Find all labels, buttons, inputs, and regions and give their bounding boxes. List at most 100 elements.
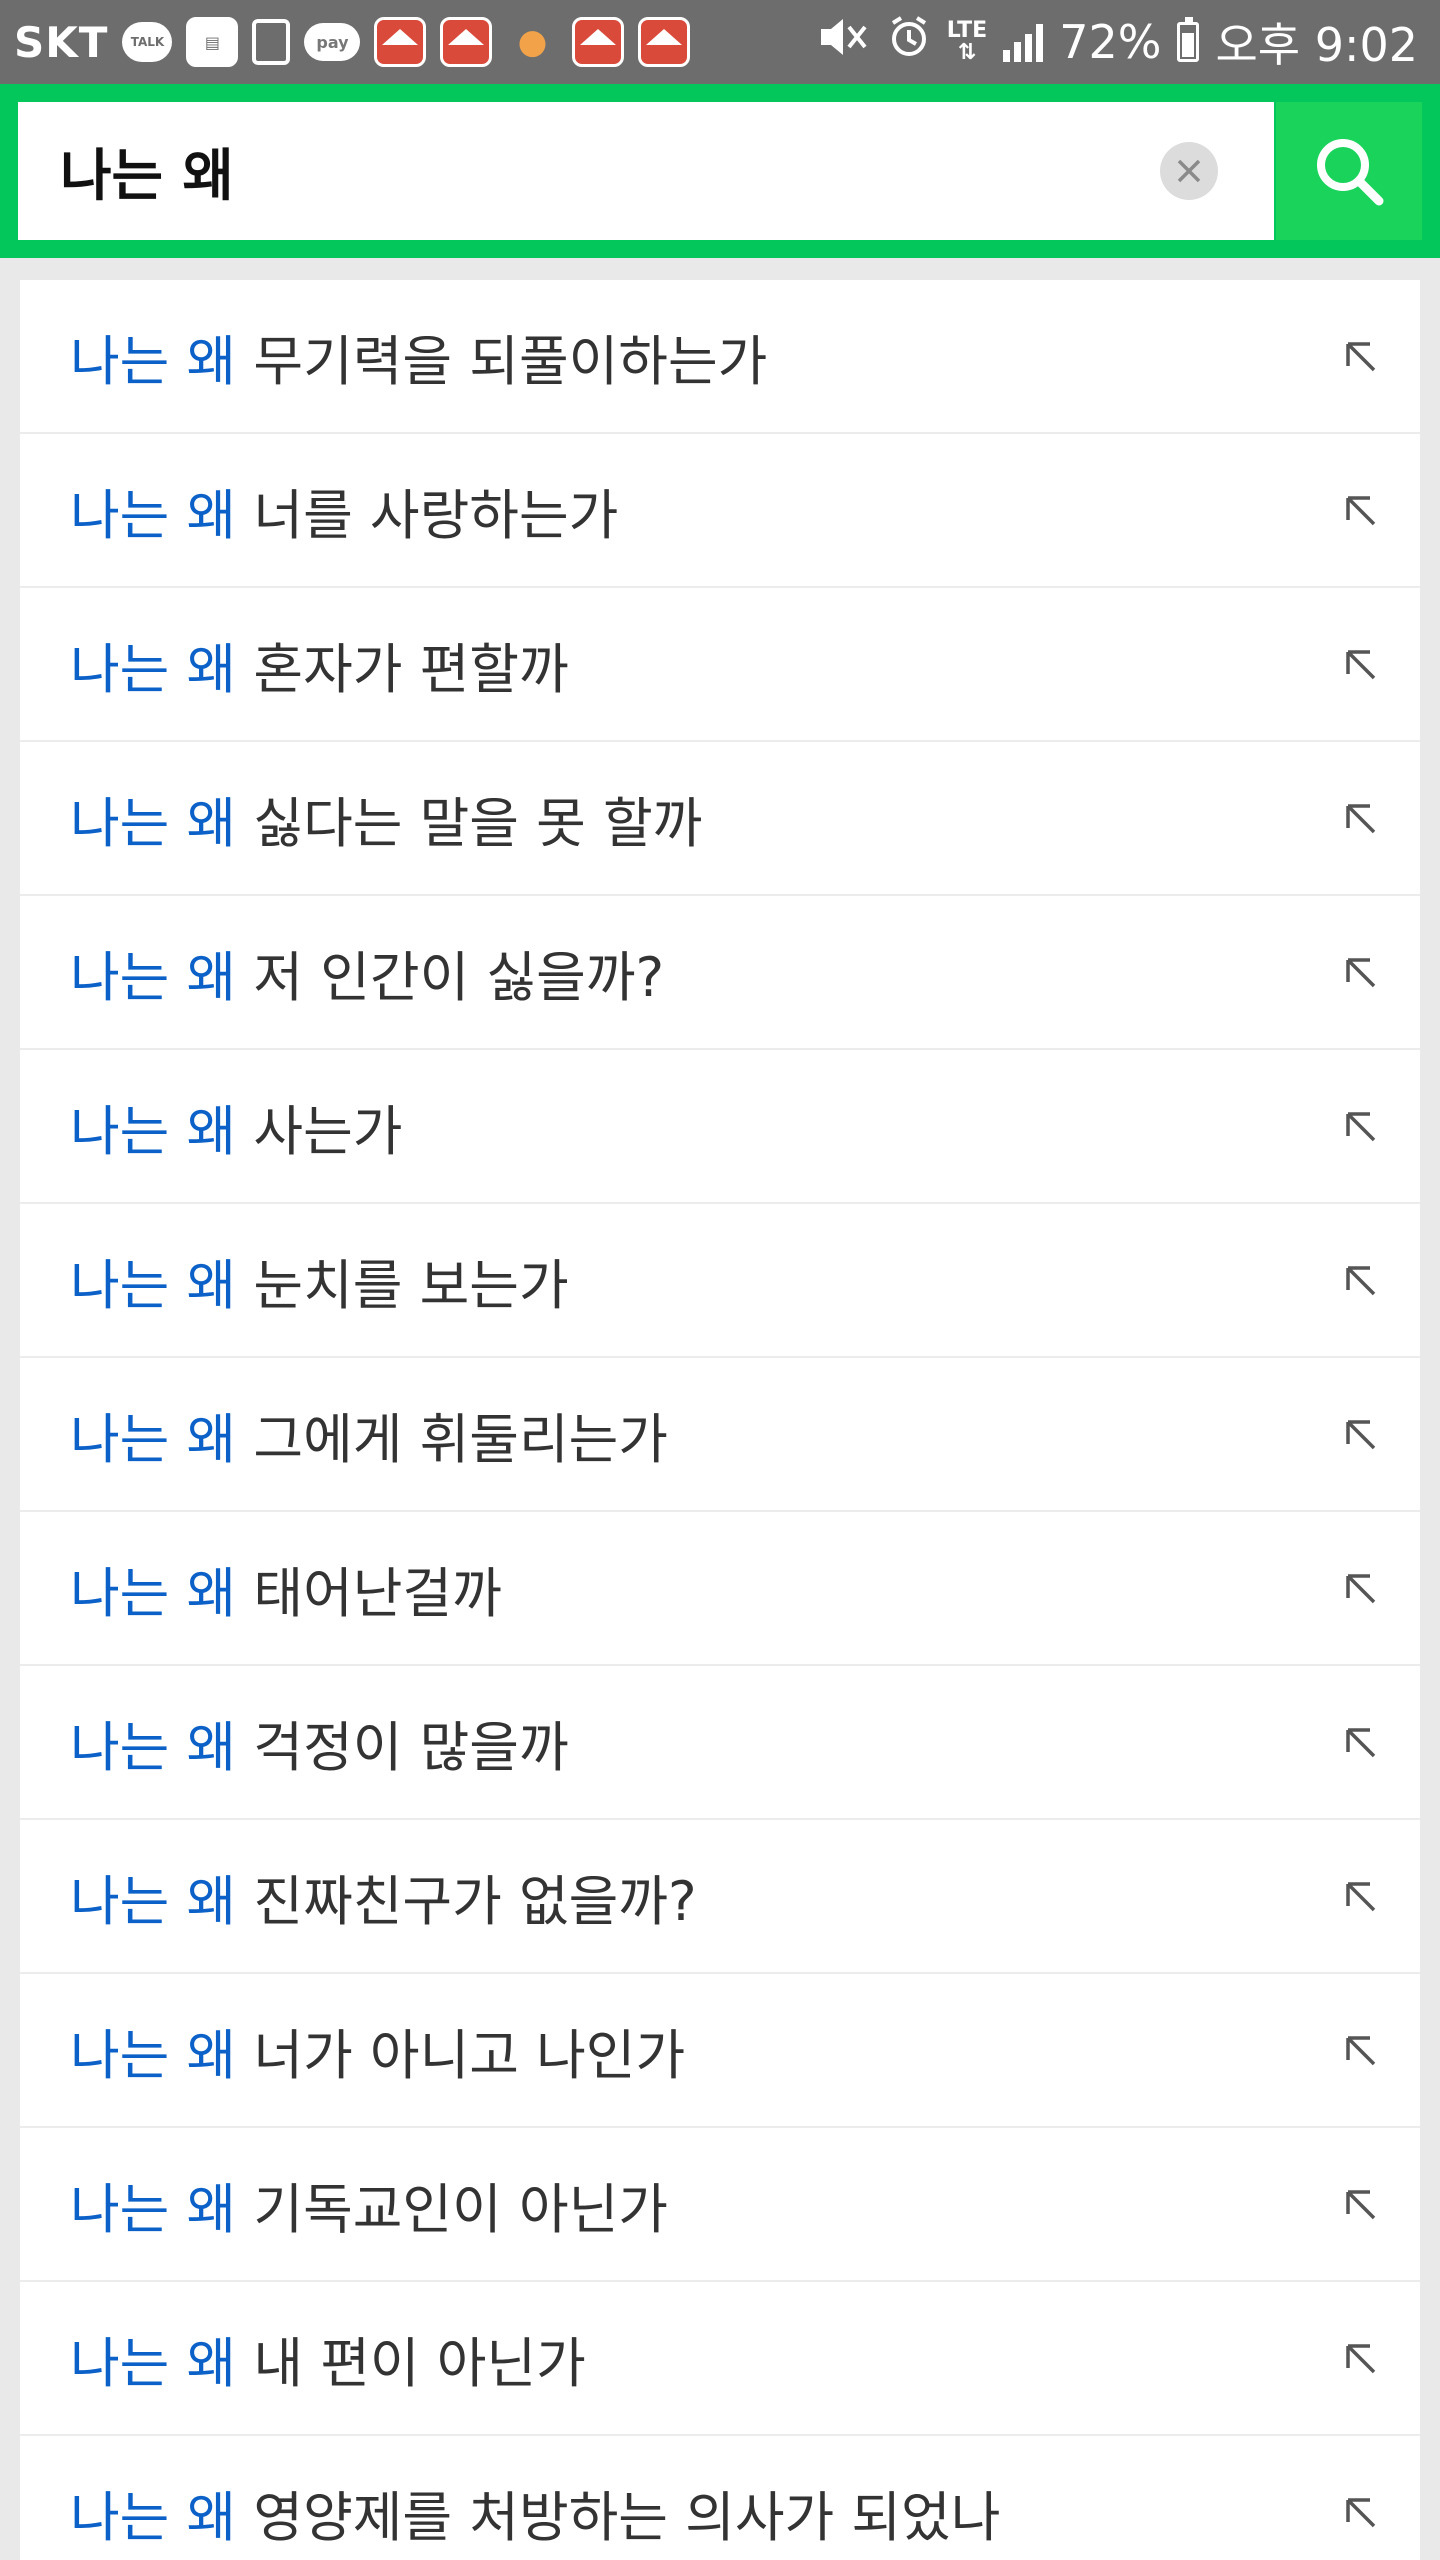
suggestion-highlight: 나는 왜 [70,1407,237,1471]
suggestion-text: 나는 왜 진짜친구가 없을까? [70,1857,1300,1936]
suggestion-text: 나는 왜 무기력을 되풀이하는가 [70,317,1300,396]
suggestion-rest: 눈치를 보는가 [236,1253,569,1317]
arrow-up-left-icon [1346,1882,1376,1912]
fill-query-button[interactable] [1300,433,1420,587]
suggestion-rest: 저 인간이 싫을까? [236,945,665,1009]
fill-query-button[interactable] [1300,1819,1420,1973]
status-bar: SKT TALK ▤ pay ● LTE ⇅ 72% 오후 9:02 [0,0,1440,84]
fill-query-button[interactable] [1300,1357,1420,1511]
pay-icon: pay [304,23,361,61]
arrow-up-left-icon [1346,2498,1376,2528]
suggestion-item[interactable]: 나는 왜 무기력을 되풀이하는가 [20,280,1420,434]
suggestion-text: 나는 왜 기독교인이 아닌가 [70,2165,1300,2244]
arrow-up-left-icon [1346,496,1376,526]
search-header [0,84,1440,258]
arrow-up-left-icon [1346,1420,1376,1450]
fill-query-button[interactable] [1300,587,1420,741]
suggestion-item[interactable]: 나는 왜 걱정이 많을까 [20,1666,1420,1820]
fill-query-button[interactable] [1300,1665,1420,1819]
fill-query-button[interactable] [1300,280,1420,433]
suggestion-item[interactable]: 나는 왜 기독교인이 아닌가 [20,2128,1420,2282]
suggestion-highlight: 나는 왜 [70,945,237,1009]
fill-query-button[interactable] [1300,1511,1420,1665]
home-app-icon [374,17,427,67]
fill-query-button[interactable] [1300,1049,1420,1203]
inbox-icon: ▤ [186,17,239,67]
suggestion-rest: 무기력을 되풀이하는가 [236,329,768,393]
suggestion-text: 나는 왜 사는가 [70,1087,1300,1166]
battery-percent: 72% [1059,15,1162,69]
suggestion-text: 나는 왜 싫다는 말을 못 할까 [70,779,1300,858]
lte-icon: LTE ⇅ [946,18,988,65]
suggestion-item[interactable]: 나는 왜 사는가 [20,1050,1420,1204]
suggestion-highlight: 나는 왜 [70,1099,237,1163]
suggestion-highlight: 나는 왜 [70,1869,237,1933]
fill-query-button[interactable] [1300,1973,1420,2127]
suggestion-text: 나는 왜 너를 사랑하는가 [70,471,1300,550]
battery-icon [1177,17,1200,62]
device-icon [252,19,291,65]
fill-query-button[interactable] [1300,895,1420,1049]
suggestion-item[interactable]: 나는 왜 혼자가 편할까 [20,588,1420,742]
suggestion-item[interactable]: 나는 왜 영양제를 처방하는 의사가 되었나 [20,2436,1420,2560]
suggestion-item[interactable]: 나는 왜 진짜친구가 없을까? [20,1820,1420,1974]
arrow-up-left-icon [1346,1266,1376,1296]
search-button[interactable] [1276,102,1422,240]
search-input[interactable] [18,102,1118,240]
suggestion-rest: 영양제를 처방하는 의사가 되었나 [236,2485,1001,2549]
kakaotalk-icon: TALK [122,22,173,62]
arrow-up-left-icon [1346,2190,1376,2220]
alarm-icon [887,15,931,69]
suggestion-rest: 너가 아니고 나인가 [236,2023,686,2087]
suggestion-rest: 싫다는 말을 못 할까 [236,791,703,855]
suggestion-text: 나는 왜 걱정이 많을까 [70,1703,1300,1782]
home-app-icon [572,17,625,67]
suggestion-item[interactable]: 나는 왜 내 편이 아닌가 [20,2282,1420,2436]
fill-query-button[interactable] [1300,2127,1420,2281]
lte-label: LTE [946,18,988,43]
suggestion-highlight: 나는 왜 [70,1253,237,1317]
fill-query-button[interactable] [1300,1203,1420,1357]
fill-query-button[interactable] [1300,2281,1420,2435]
suggestion-highlight: 나는 왜 [70,1715,237,1779]
suggestion-highlight: 나는 왜 [70,329,237,393]
status-bar-left: SKT TALK ▤ pay ● [14,17,691,67]
suggestion-highlight: 나는 왜 [70,2331,237,2395]
suggestion-item[interactable]: 나는 왜 너가 아니고 나인가 [20,1974,1420,2128]
talk-label: TALK [130,35,165,49]
suggestion-item[interactable]: 나는 왜 태어난걸까 [20,1512,1420,1666]
suggestion-highlight: 나는 왜 [70,1561,237,1625]
suggestion-item[interactable]: 나는 왜 너를 사랑하는가 [20,434,1420,588]
suggestion-text: 나는 왜 그에게 휘둘리는가 [70,1395,1300,1474]
suggestion-text: 나는 왜 너가 아니고 나인가 [70,2011,1300,2090]
suggestion-item[interactable]: 나는 왜 그에게 휘둘리는가 [20,1358,1420,1512]
suggestion-highlight: 나는 왜 [70,791,237,855]
close-icon [1177,159,1201,183]
suggestion-rest: 걱정이 많을까 [236,1715,569,1779]
suggestion-highlight: 나는 왜 [70,2485,237,2549]
suggestion-item[interactable]: 나는 왜 저 인간이 싫을까? [20,896,1420,1050]
home-app-icon [638,17,691,67]
pay-label: pay [316,32,349,52]
clear-button[interactable] [1160,142,1218,200]
suggestion-text: 나는 왜 태어난걸까 [70,1549,1300,1628]
suggestion-item[interactable]: 나는 왜 눈치를 보는가 [20,1204,1420,1358]
suggestion-rest: 내 편이 아닌가 [236,2331,586,2395]
suggestion-text: 나는 왜 눈치를 보는가 [70,1241,1300,1320]
arrow-up-left-icon [1346,804,1376,834]
arrow-up-left-icon [1346,2344,1376,2374]
suggestion-item[interactable]: 나는 왜 싫다는 말을 못 할까 [20,742,1420,896]
search-icon [1317,139,1384,206]
fill-query-button[interactable] [1300,741,1420,895]
arrow-up-left-icon [1346,650,1376,680]
arrow-up-left-icon [1346,1112,1376,1142]
home-app-icon [440,17,493,67]
suggestion-rest: 사는가 [236,1099,403,1163]
suggestion-list: 나는 왜 무기력을 되풀이하는가 나는 왜 너를 사랑하는가 나는 왜 혼자가 편할… [20,280,1420,2560]
suggestion-text: 나는 왜 내 편이 아닌가 [70,2319,1300,2398]
suggestion-rest: 진짜친구가 없을까? [236,1869,697,1933]
suggestion-rest: 기독교인이 아닌가 [236,2177,668,2241]
suggestion-rest: 그에게 휘둘리는가 [236,1407,668,1471]
suggestion-rest: 너를 사랑하는가 [236,483,619,547]
fill-query-button[interactable] [1300,2435,1420,2560]
